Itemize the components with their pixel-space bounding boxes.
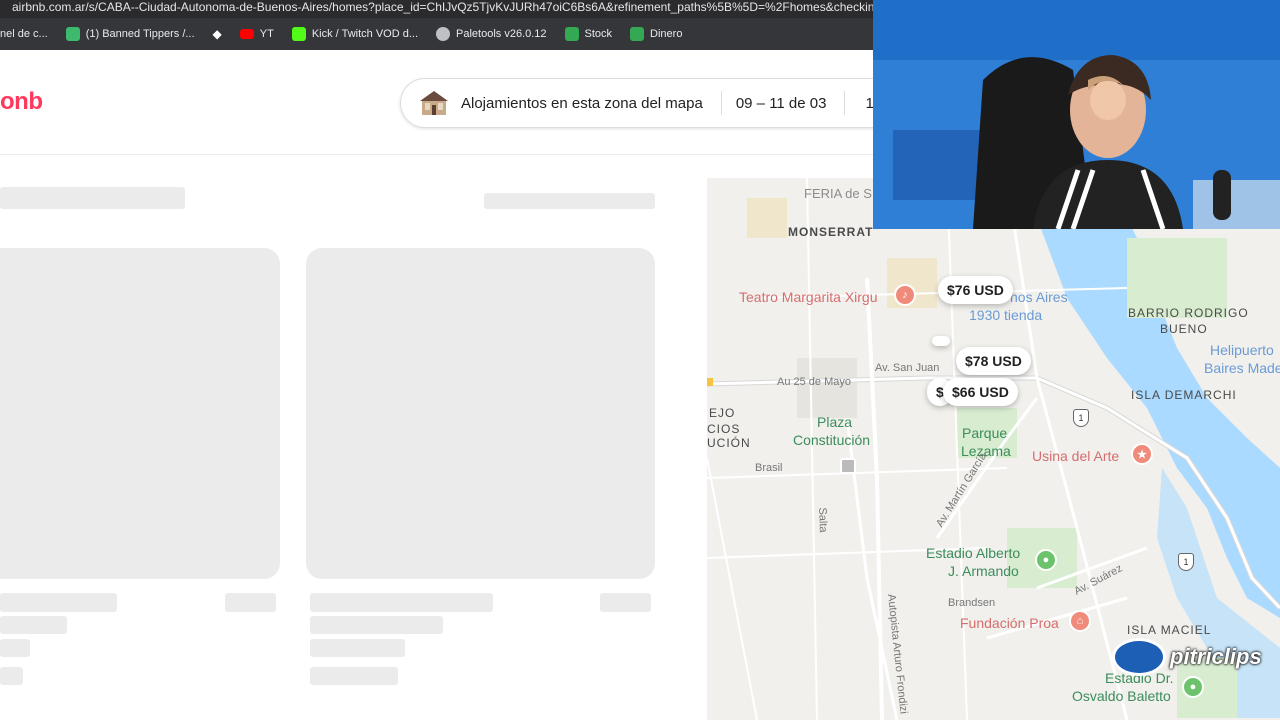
handshake-icon (1112, 638, 1166, 676)
house-icon (420, 91, 448, 115)
bookmark-label: nel de c... (0, 28, 48, 40)
map-label: FERIA de S (804, 186, 872, 201)
price-marker[interactable]: $66 USD (943, 378, 1018, 406)
bookmark-dinero[interactable]: Dinero (630, 27, 682, 41)
screen: airbnb.com.ar/s/CABA--Ciudad-Autonoma-de… (0, 0, 1280, 720)
map-label: J. Armando (948, 563, 1019, 579)
map-label: Estadio Alberto (926, 545, 1021, 561)
bookmark-panel[interactable]: nel de c... (0, 28, 48, 40)
map-label: nos Aires (1010, 289, 1068, 305)
map-label: Baires Mader (1204, 360, 1280, 376)
skeleton-line (600, 593, 651, 612)
bookmark-banned-tippers[interactable]: (1) Banned Tippers /... (65, 27, 195, 41)
stadium-icon[interactable]: ● (1035, 549, 1057, 571)
bookmark-paletools[interactable]: Paletools v26.0.12 (436, 27, 547, 41)
map-label: EJO (709, 406, 736, 420)
map-label: Salta (816, 507, 829, 533)
map-label: Usina del Arte (1032, 448, 1120, 464)
watermark: pitriclips (1112, 638, 1262, 676)
bookmark-kick[interactable]: Kick / Twitch VOD d... (291, 27, 419, 41)
skeleton-card-image (0, 248, 280, 579)
price-marker-collapsed[interactable] (932, 336, 950, 346)
skeleton-sort (484, 193, 655, 209)
search-location[interactable]: Alojamientos en esta zona del mapa (461, 95, 703, 112)
bookmark-label: Dinero (650, 28, 683, 40)
map-label: Brandsen (948, 597, 996, 609)
search-divider (844, 91, 846, 115)
watermark-text: pitriclips (1170, 644, 1262, 669)
museum-icon[interactable]: ★ (1131, 443, 1153, 465)
airbnb-logo[interactable]: onb (0, 88, 43, 116)
webcam-overlay (873, 0, 1280, 229)
skeleton-line (0, 639, 30, 657)
airbnb-header: onb Alojamientos en esta zona del mapa 0… (0, 50, 920, 155)
map-label: Helipuerto (1210, 342, 1274, 358)
tipper-icon (65, 27, 80, 41)
map-label: MONSERRAT (788, 225, 874, 239)
bookmark-label: Stock (584, 28, 613, 40)
subway-icon (840, 458, 856, 474)
skeleton-line (0, 593, 117, 612)
bookmark-label: (1) Banned Tippers /... (85, 28, 195, 40)
bookmark-yt[interactable]: YT (239, 28, 274, 40)
globe-icon (436, 27, 451, 41)
skeleton-line (0, 616, 67, 634)
map-label: Teatro Margarita Xirgu (739, 289, 878, 305)
youtube-icon (239, 29, 254, 39)
bookmarks-bar: nel de c... (1) Banned Tippers /... ◆ YT… (0, 18, 873, 50)
map-label: ISLA MACIEL (1127, 623, 1212, 637)
search-bar[interactable]: Alojamientos en esta zona del mapa 09 – … (400, 78, 920, 128)
skeleton-line (225, 593, 276, 612)
map-label: CIOS (707, 422, 741, 436)
route-shield-icon: 1 (1178, 553, 1194, 571)
sheets-icon (564, 27, 579, 41)
map-label: Plaza (817, 414, 853, 430)
bookmark-diamond[interactable]: ◆ (213, 27, 222, 41)
map-label: 1930 tienda (969, 307, 1043, 323)
price-marker[interactable]: $76 USD (938, 276, 1013, 304)
bookmark-label: Kick / Twitch VOD d... (311, 28, 419, 40)
search-divider (720, 91, 722, 115)
kick-icon (291, 27, 306, 41)
url-text: airbnb.com.ar/s/CABA--Ciudad-Autonoma-de… (12, 0, 873, 14)
price-marker[interactable]: $78 USD (956, 347, 1031, 375)
map-label: Brasil (755, 462, 783, 474)
webcam-feed (873, 0, 1280, 229)
map-label: Osvaldo Baletto (1072, 688, 1171, 704)
skeleton-card-image (306, 248, 655, 579)
skeleton-line (310, 616, 443, 634)
skeleton-title (0, 187, 185, 209)
map-label: ISLA DEMARCHI (1131, 388, 1237, 402)
diamond-icon: ◆ (212, 27, 222, 41)
search-dates[interactable]: 09 – 11 de 03 (736, 95, 827, 112)
museum-icon[interactable]: ⌂ (1069, 610, 1091, 632)
address-bar[interactable]: airbnb.com.ar/s/CABA--Ciudad-Autonoma-de… (0, 0, 873, 18)
map-label: UCIÓN (707, 436, 751, 450)
theater-icon[interactable]: ♪ (894, 284, 916, 306)
skeleton-line (310, 667, 398, 685)
map-label: Parque (962, 425, 1008, 441)
skeleton-line (0, 667, 23, 685)
bookmark-stock[interactable]: Stock (564, 27, 613, 41)
map-label: BARRIO RODRIGO (1128, 306, 1249, 320)
skeleton-line (310, 639, 405, 657)
bookmark-label: Paletools v26.0.12 (456, 28, 547, 40)
route-shield-icon: 1 (1073, 409, 1089, 427)
skeleton-line (310, 593, 493, 612)
map-label: Constitución (793, 432, 871, 448)
map-label: Av. San Juan (875, 362, 940, 374)
stadium-icon[interactable]: ● (1182, 676, 1204, 698)
bookmark-label: YT (259, 28, 274, 40)
map-label: Fundación Proa (960, 615, 1059, 631)
map-label: BUENO (1160, 322, 1208, 336)
map-label: Au 25 de Mayo (777, 376, 851, 388)
sheets-icon (630, 27, 645, 41)
